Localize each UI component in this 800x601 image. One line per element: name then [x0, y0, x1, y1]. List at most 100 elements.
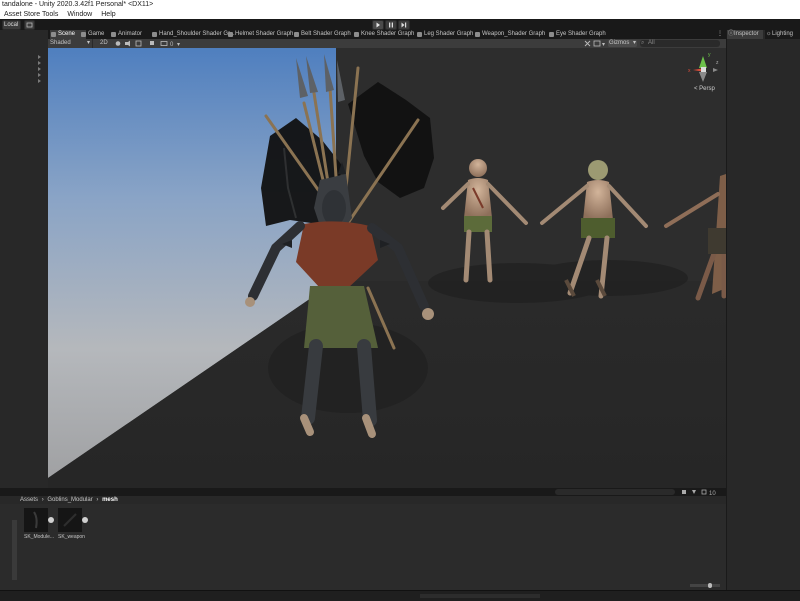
- chevron-down-icon: ▾: [632, 40, 636, 46]
- game-icon: [81, 32, 86, 37]
- local-button[interactable]: Local: [2, 20, 21, 30]
- tab-hand-shoulder-shader-graph[interactable]: Hand_Shoulder Shader Gr...: [151, 30, 235, 39]
- tab-label: Scene: [58, 31, 76, 37]
- step-icon: [401, 22, 407, 28]
- projection-label[interactable]: < Persp: [694, 86, 716, 92]
- inspector-panel: ⓘ Inspector ☼ Lighting: [726, 30, 800, 590]
- hidden-packages-icon: [701, 489, 707, 495]
- search-icon: ⌕: [641, 40, 645, 46]
- shader-graph-icon: [549, 32, 554, 37]
- tab-label: Leg Shader Graph: [424, 31, 474, 37]
- shader-graph-icon: [417, 32, 422, 37]
- play-button[interactable]: [372, 20, 384, 30]
- tab-label: Weapon_Shader Graph: [482, 31, 546, 37]
- chevron-down-icon: ▾: [86, 40, 90, 46]
- camera-settings-icon: [593, 40, 601, 47]
- step-button[interactable]: [398, 20, 410, 30]
- hidden-objects-icon: [150, 41, 154, 45]
- tools-icon: [584, 40, 591, 47]
- menu-item-help[interactable]: Help: [101, 11, 115, 18]
- local-label: Local: [4, 22, 19, 28]
- menu-item-asset-store-tools[interactable]: Asset Store Tools: [4, 11, 58, 18]
- tab-label: Helmet Shader Graph: [235, 31, 294, 37]
- search-placeholder: All: [648, 40, 655, 46]
- camera-icon: [160, 41, 168, 46]
- pause-button[interactable]: [385, 20, 397, 30]
- tab-knee-shader-graph[interactable]: Knee Shader Graph: [353, 30, 417, 39]
- shader-graph-icon: [228, 32, 233, 37]
- filter-label-icon: [692, 490, 696, 494]
- 2d-toggle[interactable]: 2D: [100, 39, 108, 48]
- tab-eye-shader-graph[interactable]: Eye Shader Graph: [548, 30, 612, 39]
- shading-mode-dropdown[interactable]: Shaded ▾: [50, 39, 93, 48]
- breadcrumb-goblins-modular[interactable]: Goblins_Modular: [47, 497, 92, 503]
- collab-icon[interactable]: [24, 20, 35, 30]
- shader-graph-icon: [152, 32, 157, 37]
- pause-icon: [389, 22, 393, 28]
- tab-label: Knee Shader Graph: [361, 31, 415, 37]
- asset-item[interactable]: SK_Module...: [24, 508, 54, 540]
- 2d-label: 2D: [100, 40, 108, 46]
- tab-label: Belt Shader Graph: [301, 31, 351, 37]
- project-toolbar: 10: [0, 488, 726, 496]
- asset-thumbnail: [58, 508, 88, 532]
- project-search-input[interactable]: [555, 489, 675, 495]
- tab-helmet-shader-graph[interactable]: Helmet Shader Graph: [227, 30, 297, 39]
- lighting-icon: [115, 41, 121, 46]
- svg-text:▾: ▾: [602, 42, 605, 47]
- scene-view-toggles[interactable]: 0 ▾: [114, 40, 184, 47]
- tab-inspector-label: Inspector: [734, 31, 759, 37]
- play-icon: [376, 22, 380, 28]
- window-title: tandalone - Unity 2020.3.42f1 Personal* …: [0, 0, 800, 10]
- shading-mode-label: Shaded: [50, 40, 71, 46]
- asset-label: SK_weapon: [58, 534, 85, 540]
- hierarchy-panel[interactable]: [0, 30, 49, 488]
- scene-tab-bar: Scene Game Animator Hand_Shoulder Shader…: [48, 30, 726, 39]
- tab-inspector[interactable]: ⓘ Inspector: [727, 30, 763, 39]
- shader-graph-icon: [294, 32, 299, 37]
- shader-graph-icon: [354, 32, 359, 37]
- status-message-area: [420, 594, 540, 598]
- expand-arrow-icon[interactable]: [82, 517, 88, 523]
- scene-icon: [51, 32, 56, 37]
- gizmos-label: Gizmos: [609, 40, 630, 46]
- status-bar: [0, 590, 800, 601]
- project-filter-icons[interactable]: 10: [680, 489, 722, 496]
- info-icon: ⓘ: [728, 31, 735, 37]
- menu-item-window[interactable]: Window: [67, 11, 92, 18]
- tab-game[interactable]: Game: [80, 30, 114, 39]
- folder-tree-scrollbar[interactable]: [12, 520, 17, 580]
- menu-bar: Asset Store Tools Window Help: [0, 10, 800, 19]
- asset-thumbnail: [24, 508, 54, 532]
- thumbnail-size-slider[interactable]: [690, 583, 720, 588]
- tab-lighting-label: Lighting: [772, 31, 794, 37]
- tab-label: Eye Shader Graph: [556, 31, 606, 37]
- project-assets-area[interactable]: SK_Module... SK_weapon: [0, 504, 726, 590]
- asset-label: SK_Module...: [24, 534, 55, 540]
- hierarchy-fold-arrows: [38, 55, 41, 83]
- filter-type-icon: [682, 490, 686, 494]
- animator-icon: [111, 32, 116, 37]
- breadcrumb-assets[interactable]: Assets: [20, 497, 38, 503]
- effects-icon: [135, 40, 142, 47]
- tab-label: Animator: [118, 31, 143, 37]
- expand-arrow-icon[interactable]: [48, 517, 54, 523]
- tab-label: Hand_Shoulder Shader Gr...: [159, 31, 235, 37]
- tab-weapon-shader-graph[interactable]: Weapon_Shader Graph: [474, 30, 550, 39]
- asset-item[interactable]: SK_weapon: [58, 508, 88, 540]
- tab-belt-shader-graph[interactable]: Belt Shader Graph: [293, 30, 355, 39]
- scene-viewport[interactable]: x y z < Persp: [48, 48, 726, 488]
- tab-animator[interactable]: Animator: [110, 30, 156, 39]
- breadcrumb-mesh[interactable]: mesh: [102, 497, 118, 503]
- light-bulb-icon: ☼: [766, 31, 772, 37]
- tab-menu-icon[interactable]: ⋮: [717, 30, 723, 39]
- audio-icon: [125, 40, 130, 47]
- svg-text:▾: ▾: [177, 42, 180, 47]
- tab-lighting[interactable]: ☼ Lighting: [765, 30, 800, 39]
- gizmos-dropdown[interactable]: Gizmos ▾: [608, 40, 637, 47]
- scene-search-input[interactable]: ⌕ All: [640, 40, 720, 47]
- shader-graph-icon: [475, 32, 480, 37]
- tab-leg-shader-graph[interactable]: Leg Shader Graph: [416, 30, 476, 39]
- svg-text:0: 0: [170, 42, 174, 47]
- tab-label: Game: [88, 31, 105, 37]
